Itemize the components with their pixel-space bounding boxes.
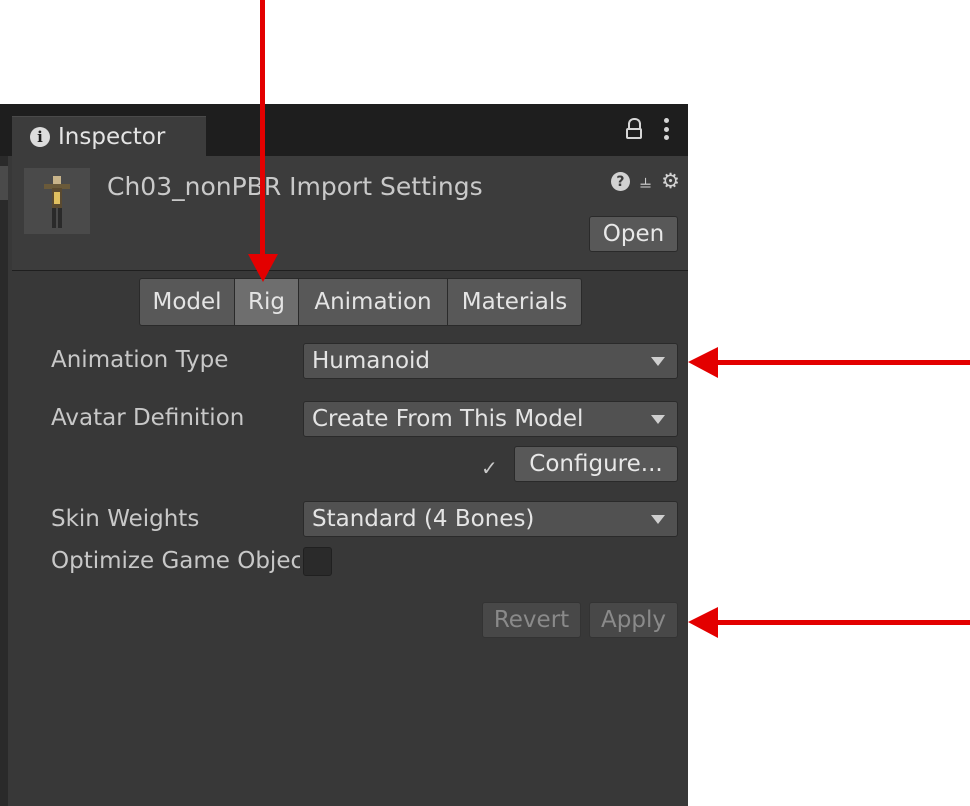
animation-type-value: Humanoid [312,348,431,374]
optimize-game-objects-label: Optimize Game Objects [51,548,300,574]
animation-type-label: Animation Type [51,347,229,373]
inspector-tab-label: Inspector [58,124,166,150]
check-icon: ✓ [481,456,498,480]
avatar-definition-value: Create From This Model [312,406,584,432]
avatar-definition-dropdown[interactable]: Create From This Model [303,401,678,437]
header-icons: ? ⫨ ⚙ [610,171,680,192]
tab-animation[interactable]: Animation [298,278,448,326]
animation-type-dropdown[interactable]: Humanoid [303,343,678,379]
skin-weights-dropdown[interactable]: Standard (4 Bones) [303,501,678,537]
import-tabs: Model Rig Animation Materials [139,278,582,326]
preset-icon[interactable]: ⫨ [640,171,651,191]
skin-weights-label: Skin Weights [51,506,200,532]
apply-button[interactable]: Apply [589,602,678,638]
tab-materials[interactable]: Materials [447,278,582,326]
gear-icon[interactable]: ⚙ [661,171,680,192]
dropdown-caret-icon [651,357,665,366]
window-tab-strip: i Inspector [0,104,688,157]
dropdown-caret-icon [651,515,665,524]
configure-button[interactable]: Configure... [514,446,678,482]
kebab-menu-icon[interactable] [664,118,670,140]
inspector-panel: i Inspector Ch03_nonPBR Import Settings … [0,104,688,806]
revert-button[interactable]: Revert [482,602,581,638]
avatar-definition-label: Avatar Definition [51,405,245,431]
asset-header: Ch03_nonPBR Import Settings ? ⫨ ⚙ Open [12,156,688,271]
inspector-tab[interactable]: i Inspector [12,116,206,157]
dropdown-caret-icon [651,415,665,424]
info-icon: i [30,127,50,147]
optimize-game-objects-checkbox[interactable] [303,547,332,576]
open-button[interactable]: Open [589,216,678,252]
help-icon[interactable]: ? [610,172,630,191]
lock-icon[interactable] [626,118,642,140]
asset-title: Ch03_nonPBR Import Settings [107,172,483,201]
model-thumbnail [24,168,90,234]
skin-weights-value: Standard (4 Bones) [312,506,535,532]
tab-rig[interactable]: Rig [234,278,299,326]
window-tools [626,118,670,140]
left-edge [0,156,8,806]
tab-model[interactable]: Model [139,278,235,326]
